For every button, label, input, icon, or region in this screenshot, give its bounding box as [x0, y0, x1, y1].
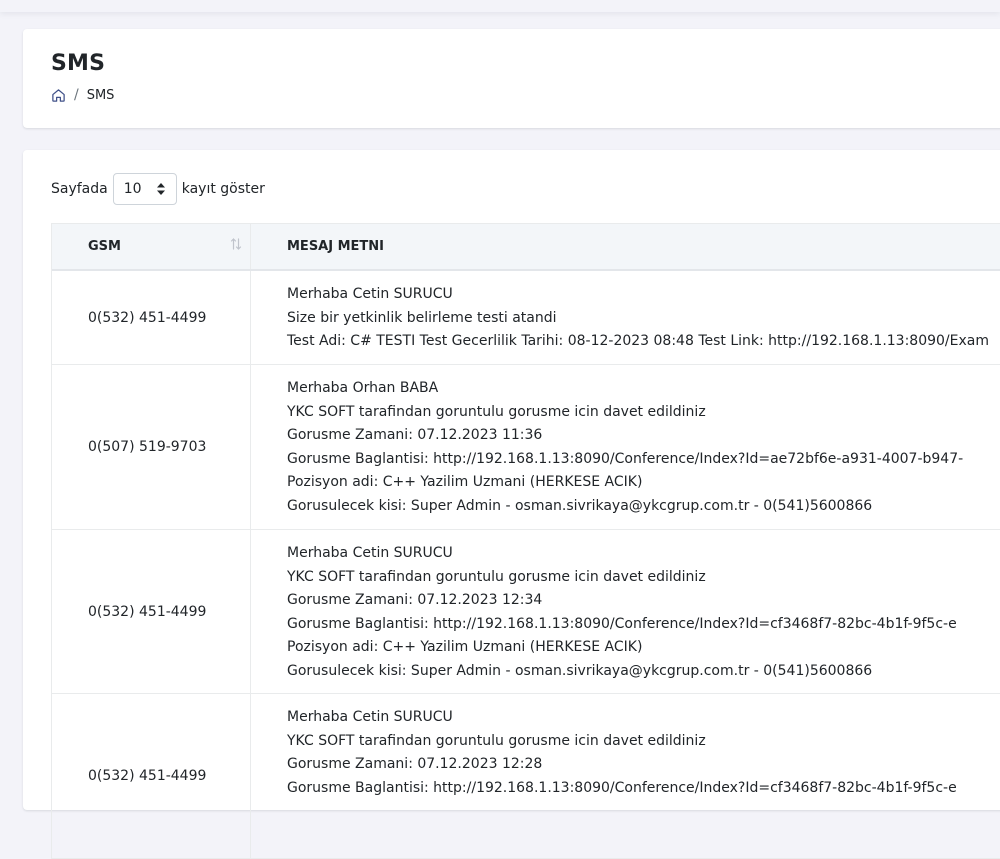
page-length-control: Sayfada 10 kayıt göster: [51, 173, 265, 205]
gsm-cell: 0(532) 451-4499: [52, 530, 251, 693]
breadcrumb-separator: /: [74, 87, 79, 103]
message-line: YKC SOFT tarafindan goruntulu gorusme ic…: [287, 568, 706, 585]
message-line: Gorusme Zamani: 07.12.2023 12:28: [287, 756, 543, 772]
gsm-cell: 0(532) 451-4499: [52, 271, 251, 364]
message-cell: Merhaba Cetin SURUCU YKC SOFT tarafindan…: [251, 694, 1000, 858]
message-line: Pozisyon adi: C++ Yazilim Uzmani (HERKES…: [287, 474, 643, 490]
message-line: Merhaba Orhan BABA: [287, 380, 439, 396]
top-bar: [0, 0, 1000, 12]
message-line: Gorusulecek kisi: Super Admin - osman.si…: [287, 662, 873, 679]
page-length-value: 10: [123, 181, 142, 197]
message-line: Gorusme Zamani: 07.12.2023 11:36: [287, 427, 543, 443]
table-row: 0(532) 451-4499 Merhaba Cetin SURUCU YKC…: [52, 694, 1000, 859]
gsm-cell: 0(507) 519-9703: [52, 365, 251, 529]
message-cell: Merhaba Orhan BABA YKC SOFT tarafindan g…: [251, 365, 1000, 529]
column-header-gsm[interactable]: GSM: [52, 224, 251, 269]
table-row: 0(532) 451-4499 Merhaba Cetin SURUCU Siz…: [52, 271, 1000, 365]
table-row: 0(507) 519-9703 Merhaba Orhan BABA YKC S…: [52, 365, 1000, 530]
sms-table: GSM MESAJ METNI 0(532) 451-4499 Merhaba …: [51, 223, 1000, 859]
message-line: YKC SOFT tarafindan goruntulu gorusme ic…: [287, 403, 706, 420]
message-cell: Merhaba Cetin SURUCU YKC SOFT tarafindan…: [251, 530, 1000, 693]
message-line: Pozisyon adi: C++ Yazilim Uzmani (HERKES…: [287, 639, 643, 655]
message-line: Size bir yetkinlik belirleme testi atand…: [287, 309, 557, 326]
breadcrumb: / SMS: [51, 87, 114, 103]
message-line: Merhaba Cetin SURUCU: [287, 545, 453, 561]
sort-icon[interactable]: [230, 236, 242, 252]
breadcrumb-item-sms: SMS: [86, 87, 115, 103]
message-line: YKC SOFT tarafindan goruntulu gorusme ic…: [287, 732, 706, 749]
select-arrows-icon: [156, 182, 166, 196]
page-title: SMS: [51, 51, 106, 76]
home-icon[interactable]: [51, 88, 66, 103]
gsm-cell: 0(532) 451-4499: [52, 694, 251, 858]
length-prefix-label: Sayfada: [51, 181, 108, 197]
message-line: Gorusme Baglantisi: http://192.168.1.13:…: [287, 779, 957, 796]
sms-table-card: Sayfada 10 kayıt göster GSM MESAJ METNI …: [23, 150, 1000, 859]
length-suffix-label: kayıt göster: [181, 181, 265, 197]
message-line: Test Adi: C# TESTI Test Gecerlilik Tarih…: [287, 333, 989, 349]
table-header: GSM MESAJ METNI: [52, 224, 1000, 271]
message-line: Gorusme Baglantisi: http://192.168.1.13:…: [287, 450, 964, 467]
page-header-card: SMS / SMS: [23, 29, 1000, 128]
message-line: Gorusme Baglantisi: http://192.168.1.13:…: [287, 615, 957, 632]
message-line: Gorusulecek kisi: Super Admin - osman.si…: [287, 497, 873, 514]
table-row: 0(532) 451-4499 Merhaba Cetin SURUCU YKC…: [52, 530, 1000, 694]
column-header-message-text[interactable]: MESAJ METNI: [251, 224, 1000, 269]
page-length-select[interactable]: 10: [112, 173, 177, 205]
message-line: Gorusme Zamani: 07.12.2023 12:34: [287, 592, 543, 608]
message-line: Merhaba Cetin SURUCU: [287, 709, 453, 725]
message-line: Merhaba Cetin SURUCU: [287, 286, 453, 302]
message-cell: Merhaba Cetin SURUCU Size bir yetkinlik …: [251, 271, 1000, 364]
